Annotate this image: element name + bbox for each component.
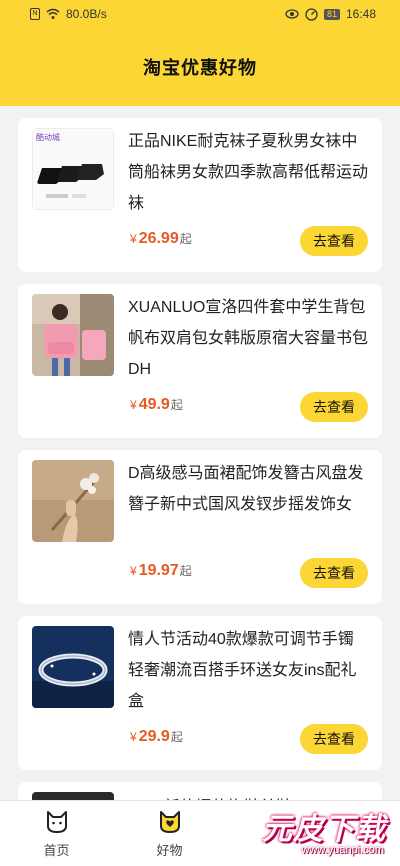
tab-home[interactable]: 首页 — [0, 801, 113, 866]
product-title[interactable]: D高级感马面裙配饰发簪古风盘发簪子新中式国风发钗步摇发饰女 — [128, 458, 368, 551]
product-title[interactable]: 正品NIKE耐克袜子夏秋男女袜中筒船袜男女款四季款高帮低帮运动袜 — [128, 126, 368, 219]
product-image-backpack[interactable] — [32, 294, 114, 376]
product-image-bracelet[interactable] — [32, 626, 114, 708]
tab-label: 首页 — [43, 842, 70, 858]
view-button[interactable]: 去查看 — [300, 724, 368, 754]
status-bar: N 80.0B/s 81 16:48 — [0, 0, 400, 28]
product-price: ¥26.99 起 — [130, 230, 192, 247]
app-header: 淘宝优惠好物 — [0, 28, 400, 106]
battery-icon: 81 — [323, 8, 340, 20]
page-title: 淘宝优惠好物 — [143, 58, 257, 78]
clock: 16:48 — [345, 7, 376, 21]
thumb-brand-label: 酷动城 — [36, 132, 60, 142]
view-button[interactable]: 去查看 — [300, 226, 368, 256]
view-button[interactable]: 去查看 — [300, 392, 368, 422]
product-price: ¥49.9 起 — [130, 396, 183, 413]
product-price: ¥19.97 起 — [130, 562, 192, 579]
product-card[interactable]: 情人节活动40款爆款可调节手镯轻奢潮流百搭手环送女友ins配礼盒 ¥29.9 起 … — [18, 616, 382, 770]
cat-face-icon — [46, 810, 67, 833]
product-card[interactable]: D高级感马面裙配饰发簪古风盘发簪子新中式国风发钗步摇发饰女 ¥19.97 起 去查… — [18, 450, 382, 604]
product-card[interactable]: 酷动城 正品NIKE耐克袜子夏秋男女袜中筒船袜男女款四季款高帮低帮运动袜 ¥26… — [18, 118, 382, 272]
product-image-socks[interactable]: 酷动城 — [32, 128, 114, 210]
speedometer-icon — [305, 7, 318, 21]
eye-icon — [285, 9, 299, 19]
network-speed: 80.0B/s — [66, 7, 107, 21]
product-title[interactable]: XUANLUO宣洛四件套中学生背包帆布双肩包女韩版原宿大容量书包DH — [128, 292, 368, 385]
watermark-logo: 元皮下载 www.yuanpi.com — [262, 813, 386, 856]
product-image-hairpin[interactable] — [32, 460, 114, 542]
wifi-icon — [46, 8, 60, 19]
tab-label: 好物 — [156, 842, 183, 858]
product-list[interactable]: 酷动城 正品NIKE耐克袜子夏秋男女袜中筒船袜男女款四季款高帮低帮运动袜 ¥26… — [18, 118, 382, 834]
product-price: ¥29.9 起 — [130, 728, 183, 745]
view-button[interactable]: 去查看 — [300, 558, 368, 588]
product-card[interactable]: XUANLUO宣洛四件套中学生背包帆布双肩包女韩版原宿大容量书包DH ¥49.9… — [18, 284, 382, 438]
product-title[interactable]: 情人节活动40款爆款可调节手镯轻奢潮流百搭手环送女友ins配礼盒 — [128, 624, 368, 717]
tab-goods[interactable]: 好物 — [113, 801, 226, 866]
heart-bag-icon — [159, 810, 180, 833]
sim-icon: N — [30, 8, 40, 20]
